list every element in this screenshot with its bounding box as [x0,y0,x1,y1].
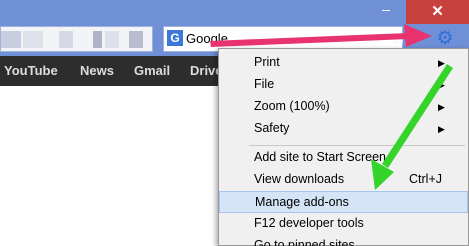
menu-separator [249,145,465,146]
menu-item-label: Go to pinned sites [254,238,355,246]
address-blur-4 [93,31,102,48]
minimize-button[interactable]: – [366,0,406,24]
menu-item-label: F12 developer tools [254,216,364,230]
menu-item-print[interactable]: Print ▶ [219,52,468,74]
close-button[interactable]: ✕ [406,0,469,24]
menu-item-developer-tools[interactable]: F12 developer tools [219,213,468,235]
menu-item-label: Add site to Start Screen [254,150,387,164]
menu-item-label: File [254,77,275,91]
bookmark-gmail[interactable]: Gmail [134,56,170,86]
menu-item-view-downloads[interactable]: View downloads Ctrl+J [219,169,468,191]
menu-item-label: Print [254,55,280,69]
menu-item-add-site[interactable]: Add site to Start Screen [219,147,468,169]
menu-item-shortcut: Ctrl+J [409,172,442,186]
submenu-arrow-icon: ▶ [438,102,445,112]
address-bar[interactable] [0,26,153,52]
address-blur-3 [59,31,73,48]
address-blur-1 [1,31,21,48]
search-input[interactable]: Google [186,31,228,46]
address-blur-2 [23,31,43,48]
bookmark-news[interactable]: News [80,56,114,86]
bookmark-youtube[interactable]: YouTube [4,56,58,86]
address-blur-5 [105,31,119,48]
menu-item-pinned-sites[interactable]: Go to pinned sites [219,235,468,246]
submenu-arrow-icon: ▶ [438,58,445,68]
submenu-arrow-icon: ▶ [438,80,445,90]
title-bar: – ✕ [0,0,469,24]
menu-item-zoom[interactable]: Zoom (100%) ▶ [219,96,468,118]
menu-item-label: Zoom (100%) [254,99,330,113]
address-blur-6 [129,31,143,48]
menu-item-label: View downloads [254,172,345,186]
menu-item-label: Safety [254,121,290,135]
menu-item-manage-addons[interactable]: Manage add-ons [219,191,468,213]
tools-menu: Print ▶ File ▶ Zoom (100%) ▶ Safety ▶ Ad… [218,48,469,246]
submenu-arrow-icon: ▶ [438,124,445,134]
menu-item-label: Manage add-ons [255,195,349,209]
menu-item-safety[interactable]: Safety ▶ [219,118,468,140]
menu-item-file[interactable]: File ▶ [219,74,468,96]
google-search-icon: G [167,30,183,46]
